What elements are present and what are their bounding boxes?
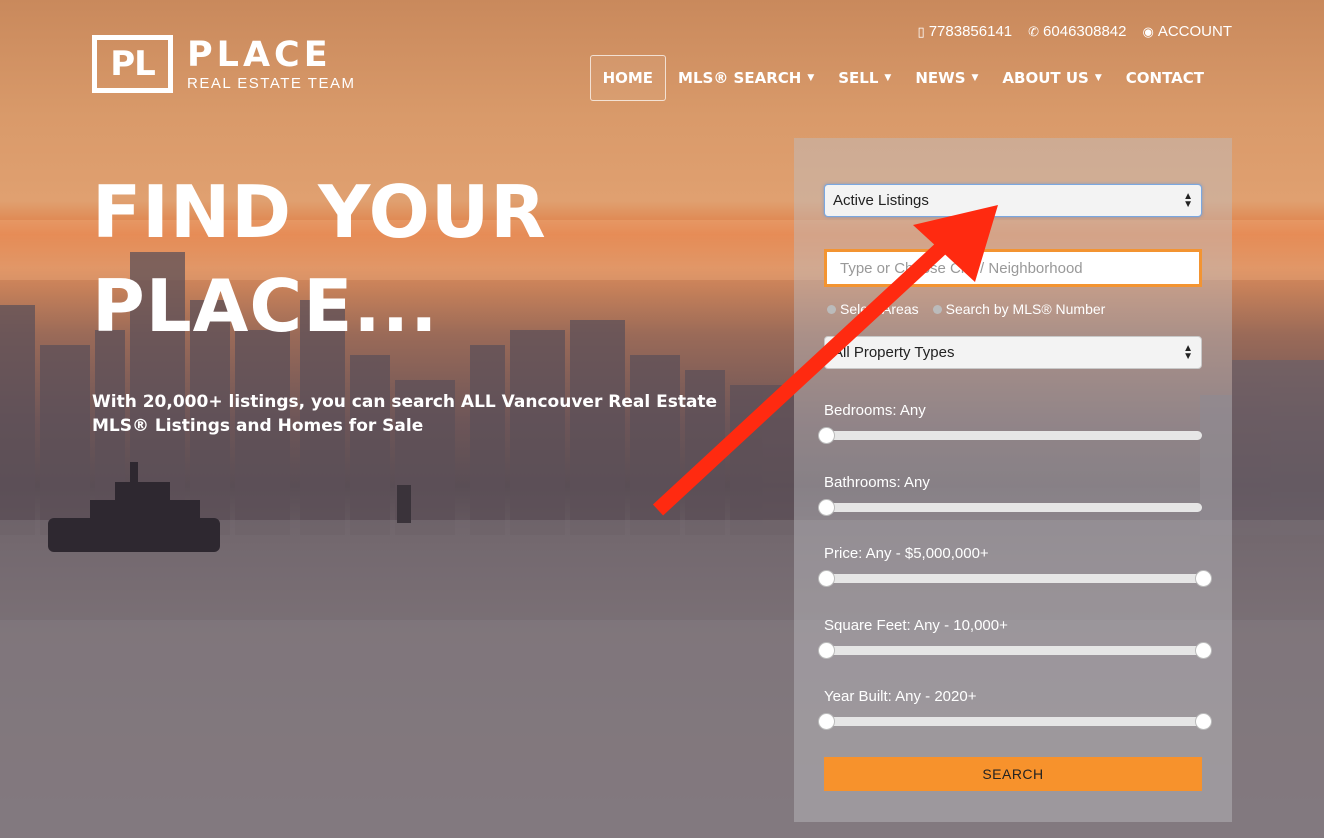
mobile-phone-link[interactable]: ▯ 7783856141	[918, 23, 1013, 40]
nav-home[interactable]: HOME	[589, 55, 667, 101]
mobile-phone-icon: ▯	[917, 23, 925, 39]
radio-icon	[827, 305, 836, 314]
square-feet-min-handle[interactable]	[818, 642, 835, 659]
nav-news-label: NEWS	[915, 69, 966, 87]
mobile-phone-number: 7783856141	[928, 23, 1013, 40]
hero-headline-line1: FIND YOUR	[92, 170, 547, 254]
phone-icon: ✆	[1028, 23, 1040, 39]
location-input[interactable]: Type or Choose City / Neighborhood	[824, 249, 1202, 287]
caret-down-icon: ▼	[971, 73, 979, 83]
nav-contact-label: CONTACT	[1125, 69, 1204, 87]
select-areas-option[interactable]: Select Areas	[827, 301, 919, 317]
listing-status-select[interactable]: Active Listings ▲ ▼	[824, 184, 1202, 217]
year-built-slider-track[interactable]	[826, 717, 1202, 726]
select-areas-label: Select Areas	[840, 301, 919, 317]
contact-bar: ▯ 7783856141 ✆ 6046308842 ◉ ACCOUNT	[918, 23, 1232, 40]
logo-mark: PL	[92, 35, 173, 93]
location-placeholder: Type or Choose City / Neighborhood	[840, 259, 1083, 277]
square-feet-max-handle[interactable]	[1195, 642, 1212, 659]
price-label: Price: Any - $5,000,000+	[824, 545, 989, 562]
caret-down-icon: ▼	[884, 73, 892, 83]
year-built-label: Year Built: Any - 2020+	[824, 688, 977, 705]
main-nav: HOME MLS® SEARCH ▼ SELL ▼ NEWS ▼ ABOUT US ▼ …	[589, 55, 1216, 101]
phone-link[interactable]: ✆ 6046308842	[1028, 23, 1126, 40]
nav-home-label: HOME	[602, 69, 654, 87]
mls-number-label: Search by MLS® Number	[945, 301, 1106, 317]
year-built-max-handle[interactable]	[1195, 713, 1212, 730]
nav-mls-search-label: MLS® SEARCH	[678, 69, 802, 87]
bedrooms-slider-handle[interactable]	[818, 427, 835, 444]
bedrooms-label: Bedrooms: Any	[824, 402, 926, 419]
bathrooms-slider-track[interactable]	[826, 503, 1202, 512]
nav-news[interactable]: NEWS ▼	[903, 55, 990, 101]
nav-sell-label: SELL	[838, 69, 879, 87]
hero-headline-line2: PLACE...	[92, 264, 439, 348]
nav-about-label: ABOUT US	[1002, 69, 1089, 87]
logo-subtitle: REAL ESTATE TEAM	[187, 74, 356, 92]
bedrooms-slider-track[interactable]	[826, 431, 1202, 440]
property-type-value: All Property Types	[833, 344, 955, 361]
property-type-select[interactable]: All Property Types ▲ ▼	[824, 336, 1202, 369]
search-panel: Active Listings ▲ ▼ Type or Choose City /…	[794, 138, 1232, 822]
hero-headline: FIND YOUR PLACE...	[92, 165, 547, 353]
account-link[interactable]: ◉ ACCOUNT	[1142, 23, 1232, 40]
hero-tagline: With 20,000+ listings, you can search AL…	[92, 392, 718, 436]
nav-about-us[interactable]: ABOUT US ▼	[990, 55, 1113, 101]
logo-name: PLACE	[187, 34, 332, 75]
bathrooms-label: Bathrooms: Any	[824, 474, 930, 491]
square-feet-slider-track[interactable]	[826, 646, 1202, 655]
select-arrows-icon: ▲ ▼	[1183, 190, 1193, 210]
site-logo[interactable]: PL PLACE REAL ESTATE TEAM	[92, 35, 355, 93]
search-button[interactable]: SEARCH	[824, 757, 1202, 791]
price-min-handle[interactable]	[818, 570, 835, 587]
user-circle-icon: ◉	[1142, 23, 1154, 39]
phone-number: 6046308842	[1043, 23, 1127, 40]
nav-contact[interactable]: CONTACT	[1114, 55, 1216, 101]
nav-sell[interactable]: SELL ▼	[826, 55, 903, 101]
radio-icon	[932, 305, 942, 314]
nav-mls-search[interactable]: MLS® SEARCH ▼	[666, 55, 826, 101]
price-max-handle[interactable]	[1195, 570, 1212, 587]
bathrooms-slider-handle[interactable]	[818, 499, 835, 516]
year-built-min-handle[interactable]	[818, 713, 835, 730]
select-arrows-icon: ▲ ▼	[1183, 342, 1193, 362]
square-feet-label: Square Feet: Any - 10,000+	[824, 617, 1008, 634]
caret-down-icon: ▼	[807, 73, 815, 83]
account-label: ACCOUNT	[1157, 23, 1232, 40]
mls-number-option[interactable]: Search by MLS® Number	[932, 301, 1106, 317]
search-mode-options: Select Areas Search by MLS® Number	[827, 301, 1105, 317]
caret-down-icon: ▼	[1094, 73, 1102, 83]
price-slider-track[interactable]	[826, 574, 1202, 583]
listing-status-value: Active Listings	[833, 192, 929, 209]
